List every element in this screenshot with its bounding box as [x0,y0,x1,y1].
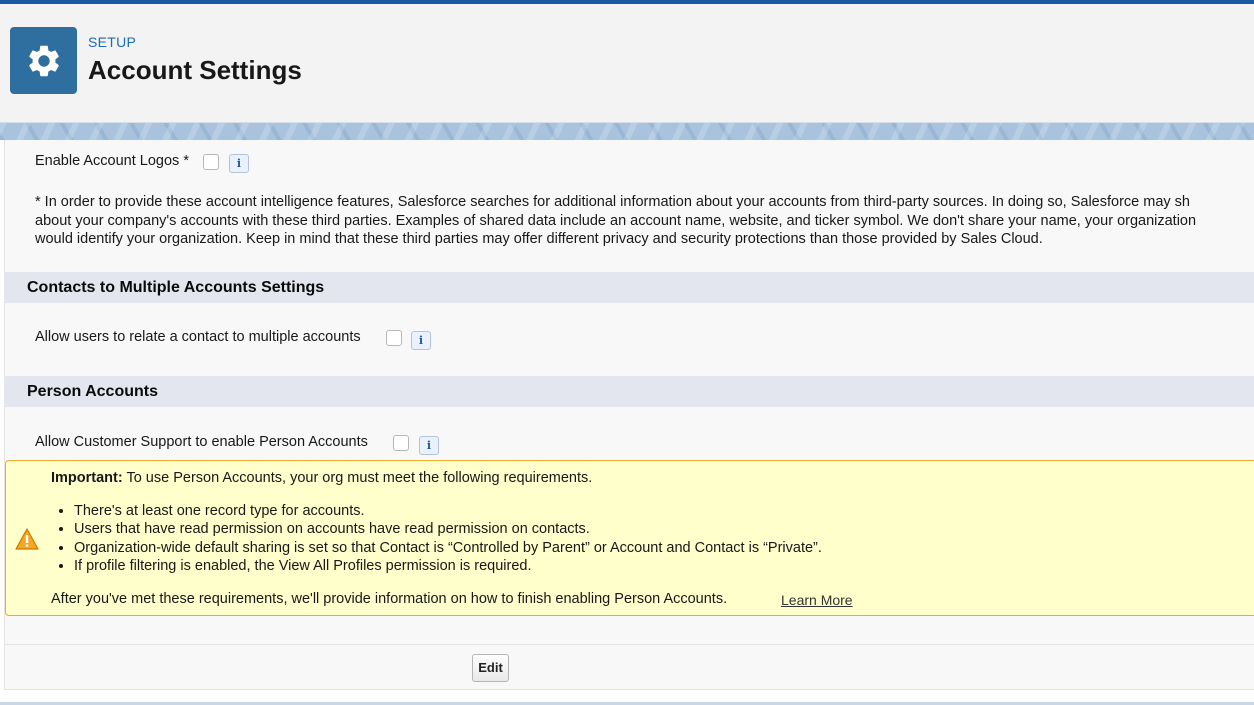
disclaimer-line: * In order to provide these account inte… [35,194,1190,210]
gear-icon [28,45,59,76]
disclaimer-line: about your company's accounts with these… [35,212,1197,229]
important-warning-box: Important: To use Person Accounts, your … [5,460,1254,616]
breadcrumb-setup[interactable]: SETUP [88,34,136,50]
enable-person-accounts-label: Allow Customer Support to enable Person … [35,434,368,450]
list-item: If profile filtering is enabled, the Vie… [74,557,822,575]
info-icon[interactable]: i [229,154,249,173]
edit-button[interactable]: Edit [472,654,509,682]
account-intelligence-disclaimer: * In order to provide these account inte… [35,193,1254,249]
decorative-header-band [0,123,1254,140]
warning-intro: Important: To use Person Accounts, your … [51,470,592,486]
enable-account-logos-label: Enable Account Logos * [35,153,189,169]
info-icon[interactable]: i [411,331,431,350]
enable-person-accounts-checkbox[interactable] [393,435,409,451]
section-header-person-accounts: Person Accounts [4,376,1254,407]
learn-more-link[interactable]: Learn More [781,592,853,608]
page-title: Account Settings [88,55,302,85]
section-header-contacts-multiple-accounts: Contacts to Multiple Accounts Settings [4,272,1254,303]
info-icon[interactable]: i [419,436,439,455]
list-item: Organization-wide default sharing is set… [74,539,822,557]
warning-followup-text: After you've met these requirements, we'… [51,591,728,607]
warning-intro-text: To use Person Accounts, your org must me… [122,470,593,486]
relate-contact-multiple-accounts-checkbox[interactable] [386,330,402,346]
page-header: SETUP Account Settings [0,4,1254,123]
warning-icon [15,528,39,550]
list-item: Users that have read permission on accou… [74,520,822,538]
important-label: Important: [51,470,123,486]
disclaimer-line: would identify your organization. Keep i… [35,231,1043,247]
requirements-list: There's at least one record type for acc… [56,502,822,575]
setup-icon-tile [10,27,77,94]
button-bar-divider [4,644,1254,645]
enable-account-logos-checkbox[interactable] [203,154,219,170]
list-item: There's at least one record type for acc… [74,502,822,520]
relate-contact-multiple-accounts-label: Allow users to relate a contact to multi… [35,329,361,345]
